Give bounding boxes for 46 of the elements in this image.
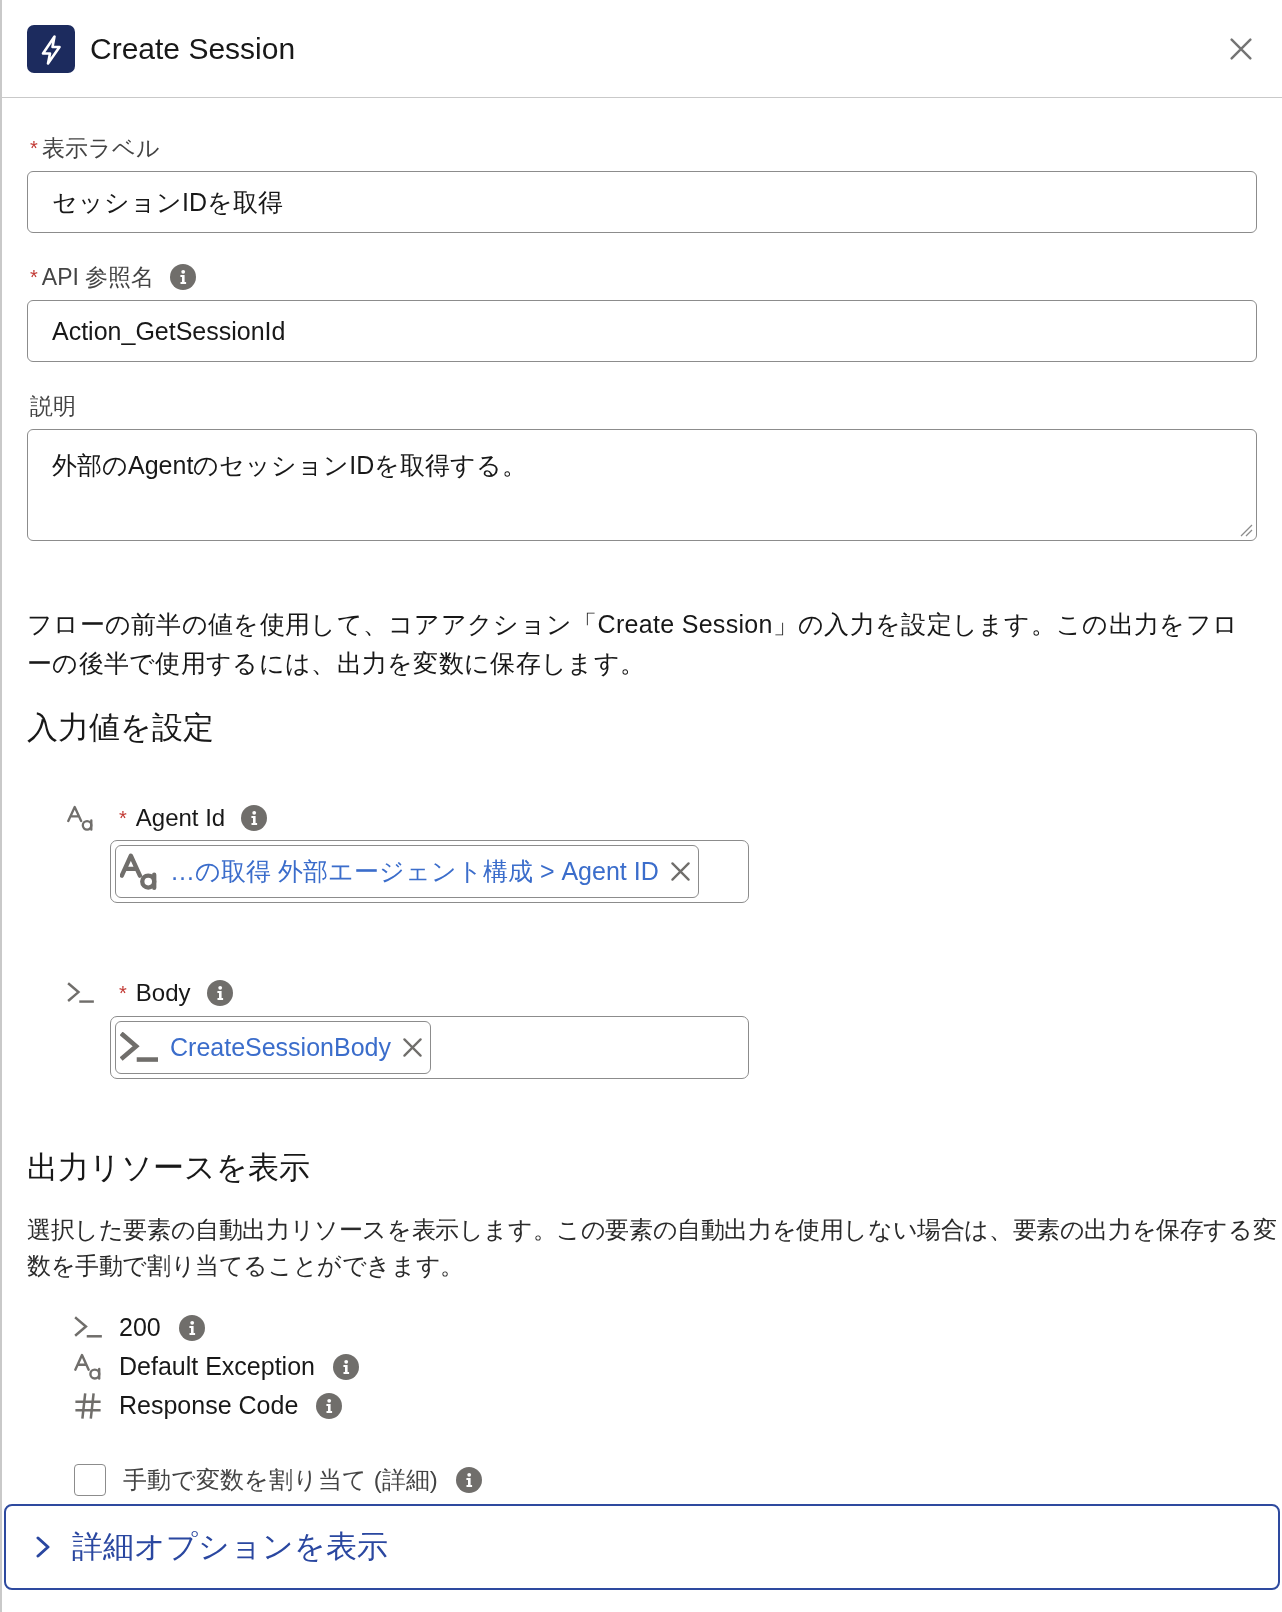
terminal-icon xyxy=(120,1032,158,1063)
required-marker: * xyxy=(119,806,127,830)
letter-case-icon xyxy=(67,804,94,832)
close-icon[interactable] xyxy=(1230,37,1252,60)
letter-case-icon xyxy=(120,852,158,891)
field-label: 表示ラベル xyxy=(41,133,160,163)
panel-title: Create Session xyxy=(90,31,296,66)
text-field[interactable]: セッションIDを取得 xyxy=(27,171,1257,233)
info-icon[interactable] xyxy=(241,805,268,831)
section-description: 選択した要素の自動出力リソースを表示します。この要素の自動出力を使用しない場合は、要素の出力を保存する変数を手動で割り当てることができます。 xyxy=(27,1215,1278,1281)
intro-text: フローの前半の値を使用して、コアアクション「Create Session」の入力を設定します。この出力をフローの後半で使用するには、出力を変数に保存します。 xyxy=(27,609,1240,679)
required-marker: * xyxy=(30,136,38,160)
resource-field[interactable]: CreateSessionBody xyxy=(110,1016,749,1079)
checkbox[interactable] xyxy=(74,1464,106,1496)
info-icon[interactable] xyxy=(316,1392,343,1419)
resource-pill[interactable]: CreateSessionBody xyxy=(115,1021,431,1074)
hash-icon xyxy=(74,1391,102,1420)
text-field[interactable]: Action_GetSessionId xyxy=(27,300,1257,362)
letter-case-icon xyxy=(74,1352,102,1381)
field-label: 説明 xyxy=(30,391,76,421)
output-resource-label: Default Exception xyxy=(119,1352,315,1381)
advanced-options-toggle[interactable]: 詳細オプションを表示 xyxy=(4,1504,1280,1590)
terminal-icon xyxy=(74,1316,102,1339)
resource-field[interactable]: …の取得 外部エージェント構成 > Agent ID xyxy=(110,840,749,903)
close-icon[interactable] xyxy=(670,862,690,881)
resize-handle-icon[interactable] xyxy=(1240,524,1253,537)
close-icon[interactable] xyxy=(402,1038,422,1057)
output-resource-label: 200 xyxy=(119,1313,161,1342)
text-area[interactable]: 外部のAgentのセッションIDを取得する。 xyxy=(27,429,1257,541)
info-icon[interactable] xyxy=(455,1467,482,1493)
resource-pill[interactable]: …の取得 外部エージェント構成 > Agent ID xyxy=(115,845,699,898)
info-icon[interactable] xyxy=(178,1314,205,1341)
output-resource-label: Response Code xyxy=(119,1391,299,1420)
checkbox-label: 手動で変数を割り当て (詳細) xyxy=(123,1465,438,1495)
info-icon[interactable] xyxy=(206,980,233,1006)
section-heading: 出力リソースを表示 xyxy=(27,1149,311,1187)
info-icon[interactable] xyxy=(332,1353,359,1380)
terminal-icon xyxy=(67,982,94,1004)
required-marker: * xyxy=(30,265,38,289)
lightning-icon xyxy=(27,24,75,73)
info-icon[interactable] xyxy=(170,264,197,290)
parameter-label: Agent Id xyxy=(135,804,226,832)
section-heading: 入力値を設定 xyxy=(27,709,215,747)
field-label: API 参照名 xyxy=(41,262,155,292)
parameter-label: Body xyxy=(135,979,191,1007)
required-marker: * xyxy=(119,981,127,1005)
